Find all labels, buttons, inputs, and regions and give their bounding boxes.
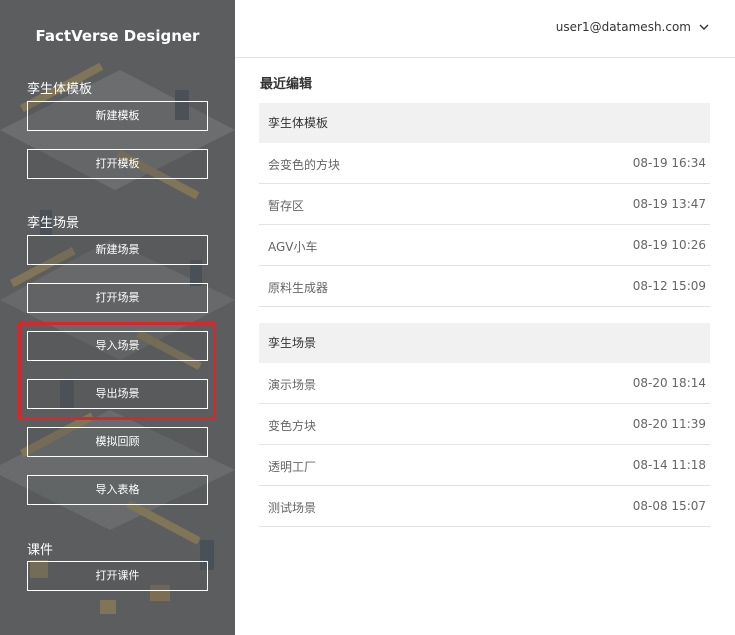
list-item[interactable]: 会变色的方块 08-19 16:34 — [259, 143, 710, 184]
item-time: 08-20 11:39 — [632, 417, 706, 431]
app-title: FactVerse Designer — [35, 27, 200, 45]
list-item[interactable]: 原料生成器 08-12 15:09 — [259, 266, 710, 307]
sidebar: FactVerse Designer 孪生体模板 新建模板 打开模板 孪生场景 … — [0, 0, 235, 635]
user-email: user1@datamesh.com — [555, 20, 691, 34]
item-time: 08-08 15:07 — [632, 499, 706, 513]
item-name: 变色方块 — [268, 419, 317, 433]
section-label-templates: 孪生体模板 — [27, 82, 93, 97]
group-header-scenes: 孪生场景 — [259, 323, 710, 363]
item-time: 08-19 13:47 — [632, 197, 706, 211]
item-time: 08-14 11:18 — [632, 458, 706, 472]
chevron-down-icon — [699, 24, 709, 30]
open-template-button[interactable]: 打开模板 — [27, 149, 208, 179]
new-template-button[interactable]: 新建模板 — [27, 101, 208, 131]
highlight-annotation-box — [18, 322, 216, 420]
sidebar-content: FactVerse Designer 孪生体模板 新建模板 打开模板 孪生场景 … — [0, 0, 235, 635]
top-bar: user1@datamesh.com — [235, 0, 735, 58]
new-scene-button[interactable]: 新建场景 — [27, 235, 208, 265]
item-name: 暂存区 — [268, 199, 305, 213]
list-item[interactable]: 演示场景 08-20 18:14 — [259, 363, 710, 404]
item-name: 原料生成器 — [268, 281, 329, 295]
item-name: 会变色的方块 — [268, 158, 341, 172]
group-header-templates: 孪生体模板 — [259, 103, 710, 143]
section-label-scenes: 孪生场景 — [27, 216, 80, 231]
list-item[interactable]: AGV小车 08-19 10:26 — [259, 225, 710, 266]
item-time: 08-12 15:09 — [632, 279, 706, 293]
item-time: 08-19 16:34 — [632, 156, 706, 170]
open-scene-button[interactable]: 打开场景 — [27, 283, 208, 313]
list-item[interactable]: 暂存区 08-19 13:47 — [259, 184, 710, 225]
open-courseware-button[interactable]: 打开课件 — [27, 561, 208, 591]
item-name: AGV小车 — [268, 240, 318, 254]
item-time: 08-19 10:26 — [632, 238, 706, 252]
item-name: 透明工厂 — [268, 460, 317, 474]
list-item[interactable]: 测试场景 08-08 15:07 — [259, 486, 710, 527]
item-time: 08-20 18:14 — [632, 376, 706, 390]
import-table-button[interactable]: 导入表格 — [27, 475, 208, 505]
recent-edits-title: 最近编辑 — [260, 77, 313, 92]
user-menu[interactable]: user1@datamesh.com — [556, 20, 709, 34]
simulation-review-button[interactable]: 模拟回顾 — [27, 427, 208, 457]
item-name: 演示场景 — [268, 378, 317, 392]
section-label-courseware: 课件 — [27, 543, 54, 558]
list-item[interactable]: 透明工厂 08-14 11:18 — [259, 445, 710, 486]
item-name: 测试场景 — [268, 501, 317, 515]
list-item[interactable]: 变色方块 08-20 11:39 — [259, 404, 710, 445]
